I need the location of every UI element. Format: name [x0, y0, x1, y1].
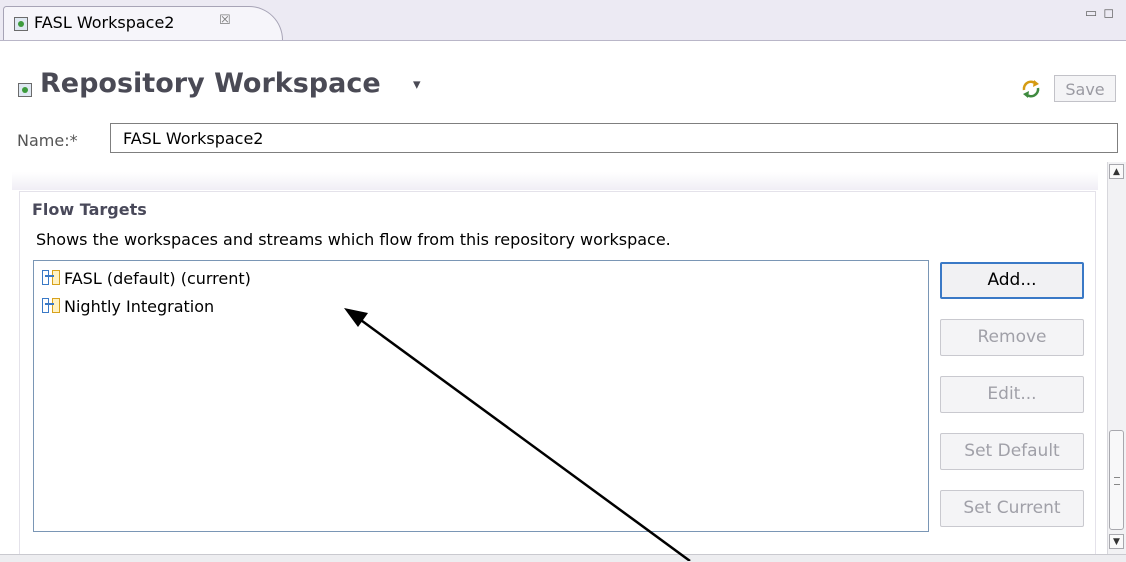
remove-button[interactable]: Remove	[940, 319, 1084, 356]
scroll-up-icon[interactable]: ▲	[1109, 164, 1124, 179]
flow-target-icon	[42, 270, 62, 286]
page-title: Repository Workspace	[40, 68, 381, 99]
save-button[interactable]: Save	[1054, 75, 1116, 102]
add-button[interactable]: Add...	[940, 262, 1084, 299]
separator	[12, 172, 1098, 190]
minimize-icon[interactable]: ▭	[1085, 6, 1103, 21]
sync-icon[interactable]	[1020, 78, 1042, 105]
grip-icon	[1114, 477, 1120, 485]
editor-tab[interactable]: FASL Workspace2 ☒	[3, 6, 283, 40]
scroll-thumb[interactable]	[1109, 430, 1124, 530]
list-item-label: FASL (default) (current)	[64, 269, 251, 288]
list-item[interactable]: Nightly Integration	[42, 296, 214, 316]
list-item[interactable]: FASL (default) (current)	[42, 268, 251, 288]
close-icon[interactable]: ☒	[219, 13, 231, 28]
repository-workspace-icon	[14, 17, 28, 31]
list-item-label: Nightly Integration	[64, 297, 215, 316]
edit-button[interactable]: Edit...	[940, 376, 1084, 413]
maximize-icon[interactable]: ◻	[1103, 6, 1120, 21]
section-description: Shows the workspaces and streams which f…	[36, 230, 671, 249]
editor-tab-bar: FASL Workspace2 ☒ ▭◻	[0, 0, 1126, 41]
repository-workspace-icon	[18, 83, 32, 97]
editor-tab-label: FASL Workspace2	[34, 13, 175, 32]
name-field[interactable]: FASL Workspace2	[110, 123, 1118, 153]
window-controls: ▭◻	[1085, 6, 1120, 21]
name-label: Name:*	[17, 131, 78, 150]
scroll-down-icon[interactable]: ▼	[1109, 534, 1124, 549]
section-heading[interactable]: Flow Targets	[32, 200, 147, 219]
set-current-button[interactable]: Set Current	[940, 490, 1084, 527]
chevron-down-icon[interactable]: ▾	[413, 75, 421, 93]
flow-targets-list[interactable]: FASL (default) (current) Nightly Integra…	[33, 260, 929, 532]
flow-target-icon	[42, 298, 62, 314]
set-default-button[interactable]: Set Default	[940, 433, 1084, 470]
vertical-scrollbar[interactable]: ▲ ▼	[1107, 162, 1126, 554]
